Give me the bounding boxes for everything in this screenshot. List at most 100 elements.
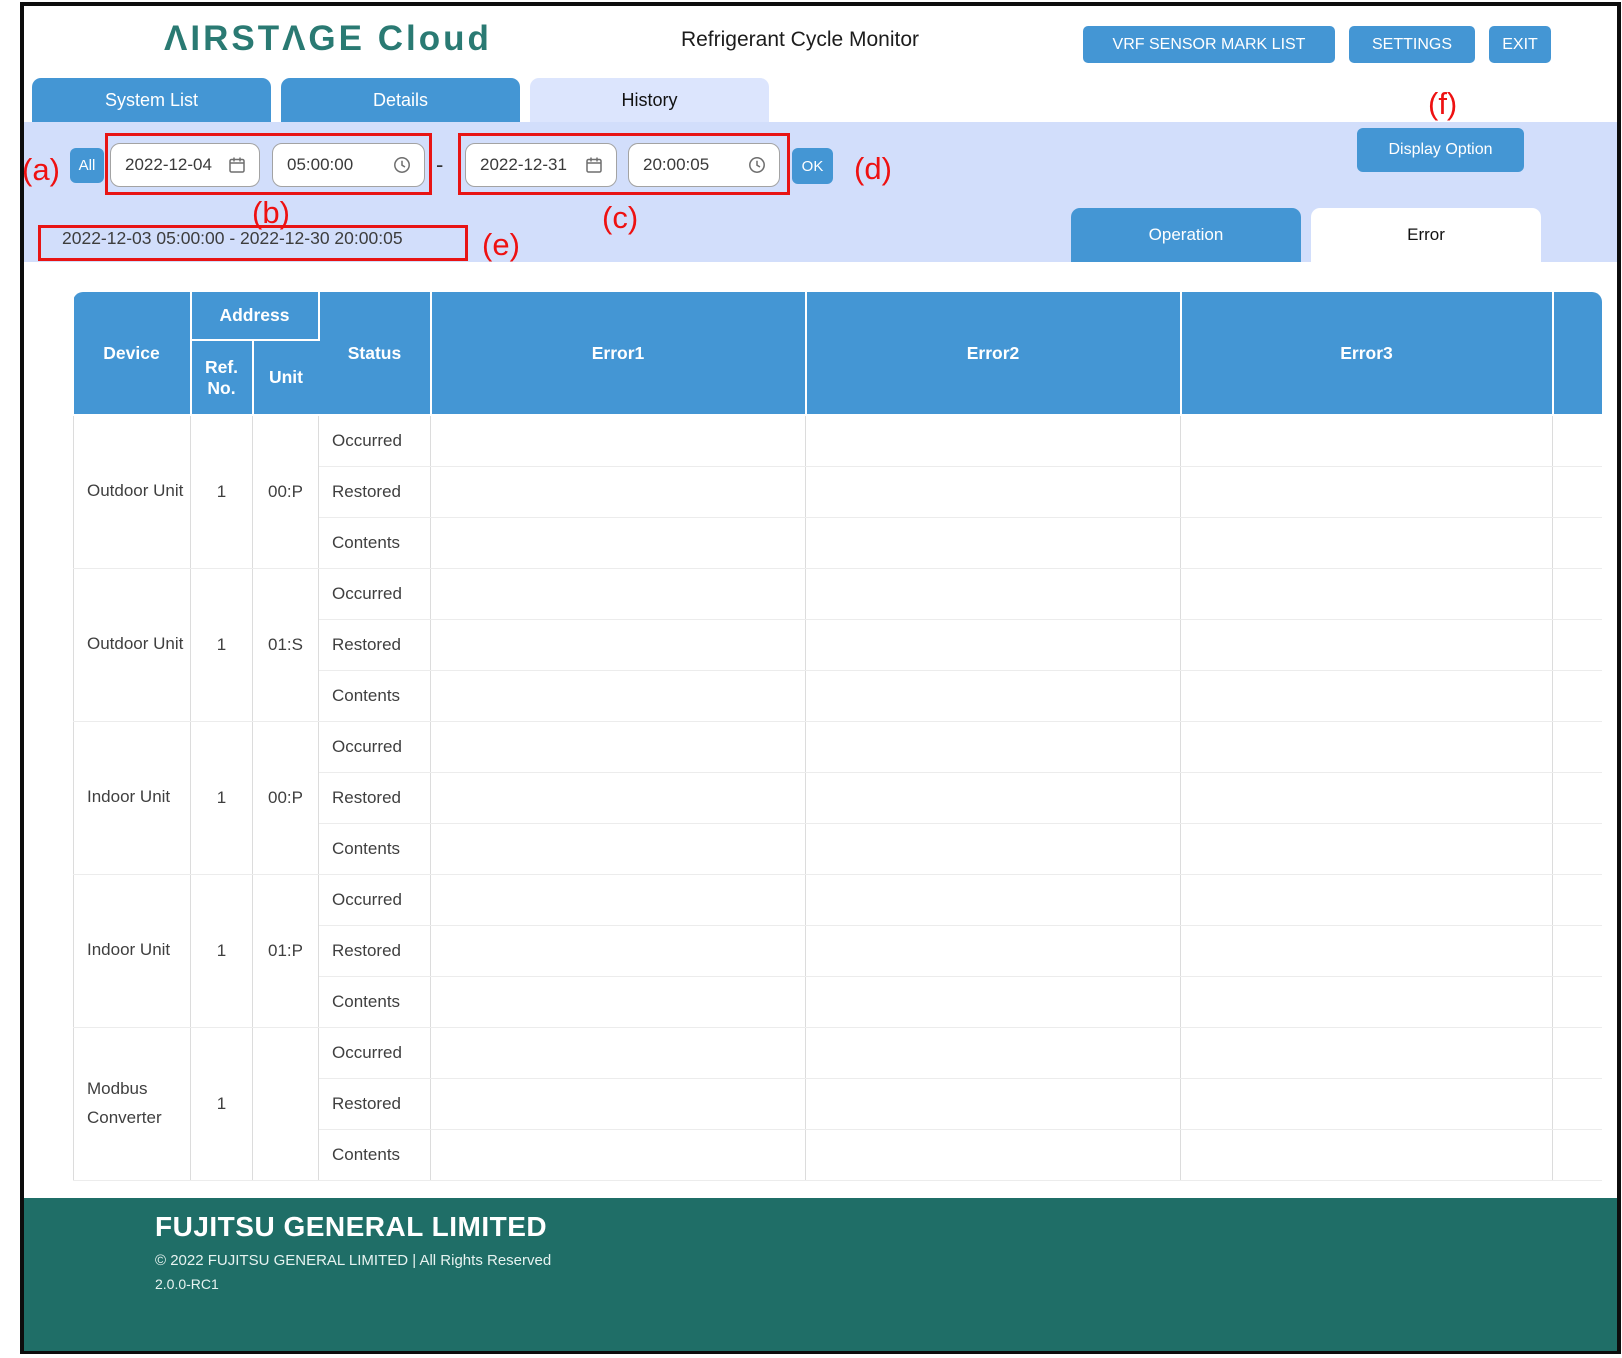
- error2-cell: [806, 925, 1181, 976]
- error1-cell: [431, 1027, 806, 1078]
- error1-cell: [431, 1129, 806, 1180]
- error3-cell: [1181, 721, 1553, 772]
- exit-button[interactable]: EXIT: [1489, 26, 1551, 63]
- spacer-cell: [1553, 976, 1603, 1027]
- error3-cell: [1181, 1129, 1553, 1180]
- header-error2: Error2: [806, 292, 1181, 415]
- vrf-sensor-mark-list-button[interactable]: VRF SENSOR MARK LIST: [1083, 26, 1335, 63]
- annotation-label-d: (d): [854, 151, 892, 187]
- status-cell: Occurred: [319, 568, 431, 619]
- error2-cell: [806, 466, 1181, 517]
- error2-cell: [806, 874, 1181, 925]
- app-footer: FUJITSU GENERAL LIMITED © 2022 FUJITSU G…: [24, 1198, 1617, 1351]
- error1-cell: [431, 517, 806, 568]
- footer-version: 2.0.0-RC1: [155, 1276, 1617, 1292]
- status-cell: Occurred: [319, 721, 431, 772]
- error3-cell: [1181, 772, 1553, 823]
- annotation-label-b: (b): [252, 195, 290, 231]
- tab-operation[interactable]: Operation: [1071, 208, 1301, 262]
- ref-no-cell: 1: [191, 874, 253, 1027]
- annotation-label-e: (e): [482, 227, 520, 263]
- footer-copyright: © 2022 FUJITSU GENERAL LIMITED | All Rig…: [155, 1252, 1617, 1269]
- error3-cell: [1181, 517, 1553, 568]
- status-cell: Occurred: [319, 415, 431, 466]
- tab-details[interactable]: Details: [281, 78, 520, 122]
- status-cell: Restored: [319, 619, 431, 670]
- error3-cell: [1181, 568, 1553, 619]
- spacer-cell: [1553, 1129, 1603, 1180]
- status-cell: Restored: [319, 925, 431, 976]
- device-cell: Outdoor Unit: [74, 415, 191, 568]
- ok-button[interactable]: OK: [792, 148, 833, 184]
- device-group: Modbus Converter1OccurredRestoredContent…: [74, 1027, 1603, 1180]
- error2-cell: [806, 1027, 1181, 1078]
- status-cell: Contents: [319, 976, 431, 1027]
- device-group: Indoor Unit101:POccurredRestoredContents: [74, 874, 1603, 1027]
- spacer-cell: [1553, 772, 1603, 823]
- header-unit: Unit: [253, 340, 319, 415]
- table-row: Modbus Converter1Occurred: [74, 1027, 1603, 1078]
- status-cell: Restored: [319, 1078, 431, 1129]
- error1-cell: [431, 772, 806, 823]
- error3-cell: [1181, 466, 1553, 517]
- header-spacer: [1553, 292, 1603, 415]
- table-header: Device Address Status Error1 Error2 Erro…: [74, 292, 1603, 415]
- settings-button[interactable]: SETTINGS: [1349, 26, 1475, 63]
- header-device: Device: [74, 292, 191, 415]
- error3-cell: [1181, 823, 1553, 874]
- error3-cell: [1181, 415, 1553, 466]
- error2-cell: [806, 772, 1181, 823]
- spacer-cell: [1553, 517, 1603, 568]
- device-cell: Modbus Converter: [74, 1027, 191, 1180]
- unit-cell: 01:S: [253, 568, 319, 721]
- tab-history[interactable]: History: [530, 78, 769, 122]
- unit-cell: 00:P: [253, 721, 319, 874]
- range-separator: -: [436, 152, 443, 178]
- tab-system-list[interactable]: System List: [32, 78, 271, 122]
- error3-cell: [1181, 925, 1553, 976]
- error1-cell: [431, 823, 806, 874]
- device-cell: Outdoor Unit: [74, 568, 191, 721]
- ref-no-cell: 1: [191, 1027, 253, 1180]
- error1-cell: [431, 976, 806, 1027]
- error1-cell: [431, 466, 806, 517]
- device-group: Indoor Unit100:POccurredRestoredContents: [74, 721, 1603, 874]
- all-button[interactable]: All: [70, 148, 104, 183]
- device-cell: Indoor Unit: [74, 721, 191, 874]
- error3-cell: [1181, 976, 1553, 1027]
- display-option-button[interactable]: Display Option: [1357, 128, 1524, 172]
- error1-cell: [431, 568, 806, 619]
- status-cell: Restored: [319, 466, 431, 517]
- error3-cell: [1181, 1078, 1553, 1129]
- error1-cell: [431, 1078, 806, 1129]
- header-address: Address: [191, 292, 319, 340]
- ref-no-cell: 1: [191, 568, 253, 721]
- error2-cell: [806, 721, 1181, 772]
- error2-cell: [806, 1078, 1181, 1129]
- error3-cell: [1181, 670, 1553, 721]
- error2-cell: [806, 619, 1181, 670]
- history-type-tabs: Operation Error: [1071, 208, 1541, 262]
- ref-no-cell: 1: [191, 721, 253, 874]
- annotation-box-c: [458, 133, 790, 195]
- spacer-cell: [1553, 466, 1603, 517]
- status-cell: Occurred: [319, 874, 431, 925]
- screenshot-canvas: ΛIRSTΛGE Cloud Refrigerant Cycle Monitor…: [0, 0, 1622, 1358]
- error1-cell: [431, 925, 806, 976]
- error1-cell: [431, 721, 806, 772]
- error-history-table: Device Address Status Error1 Error2 Erro…: [73, 292, 1602, 1181]
- spacer-cell: [1553, 619, 1603, 670]
- error2-cell: [806, 517, 1181, 568]
- device-group: Outdoor Unit101:SOccurredRestoredContent…: [74, 568, 1603, 721]
- footer-company: FUJITSU GENERAL LIMITED: [155, 1211, 1617, 1243]
- table-row: Indoor Unit100:POccurred: [74, 721, 1603, 772]
- status-cell: Contents: [319, 517, 431, 568]
- tab-error[interactable]: Error: [1311, 208, 1541, 262]
- status-cell: Contents: [319, 823, 431, 874]
- airstage-cloud-logo: ΛIRSTΛGE Cloud: [164, 19, 492, 59]
- header-buttons: VRF SENSOR MARK LIST SETTINGS EXIT: [1083, 26, 1551, 63]
- error3-cell: [1181, 619, 1553, 670]
- table-row: Indoor Unit101:POccurred: [74, 874, 1603, 925]
- error2-cell: [806, 823, 1181, 874]
- error2-cell: [806, 976, 1181, 1027]
